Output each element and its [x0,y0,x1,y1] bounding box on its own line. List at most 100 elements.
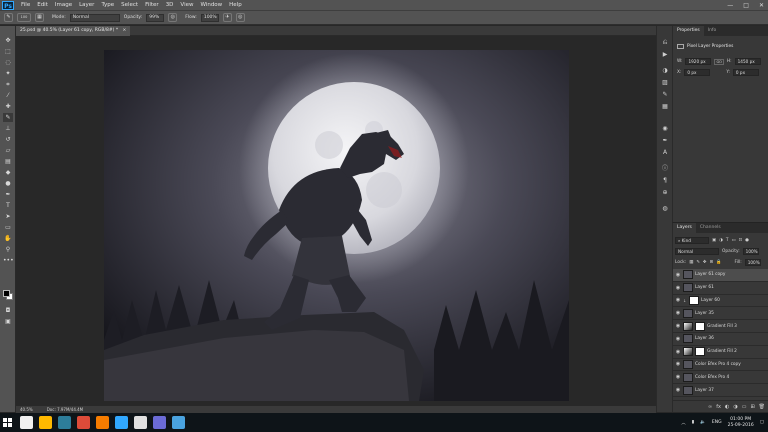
network-icon[interactable]: ▮ [692,420,694,425]
menu-filter[interactable]: Filter [145,2,159,8]
flow-field[interactable]: 100% [200,13,219,22]
visibility-eye-icon[interactable]: ◉ [673,374,683,380]
layer-opacity-field[interactable]: 100% [742,247,759,255]
filter-smart-object-icon[interactable]: ⊡ [739,238,743,243]
eyedropper-tool-icon[interactable]: ⁄ [3,91,13,100]
type-tool-icon[interactable]: T [3,201,13,210]
dodge-tool-icon[interactable]: ● [3,179,13,188]
brush-presets-panel-icon[interactable]: ✎ [660,90,670,99]
foreground-color-swatch[interactable] [3,290,10,297]
lock-all-icon[interactable]: 🔒 [716,260,721,265]
layer-thumbnail[interactable] [683,385,693,395]
visibility-eye-icon[interactable]: ◉ [673,272,683,278]
filter-toggle-icon[interactable]: ● [745,238,749,243]
color-panel-icon[interactable]: ◉ [660,124,670,133]
werewolf-artwork[interactable] [104,50,569,401]
menu-layer[interactable]: Layer [79,2,94,8]
visibility-eye-icon[interactable]: ◉ [673,349,683,355]
hand-tool-icon[interactable]: ✋ [3,234,13,243]
layer-style-icon[interactable]: fx [716,404,721,410]
tab-channels[interactable]: Channels [696,223,725,233]
brush-preset-picker[interactable]: 100 [17,13,31,22]
move-tool-icon[interactable]: ✥ [3,36,13,45]
taskbar-app-icon[interactable] [96,416,109,429]
layer-row[interactable]: ◉ Color Efex Pro 4 copy [673,359,768,372]
layer-name[interactable]: Color Efex Pro 4 copy [695,362,741,367]
fill-field[interactable]: 100% [744,258,761,266]
filter-adjustment-icon[interactable]: ◑ [719,238,723,243]
new-adjustment-icon[interactable]: ◑ [733,404,737,410]
layer-row[interactable]: ◉ ↓ Layer 60 [673,295,768,308]
close-button[interactable]: ✕ [759,2,764,9]
taskbar-app-icon[interactable] [39,416,52,429]
layer-thumbnail[interactable] [683,270,693,280]
layer-mask-thumbnail[interactable] [695,347,705,357]
layer-thumbnail[interactable] [683,347,693,357]
taskbar-app-icon[interactable] [58,416,71,429]
start-button[interactable] [0,413,14,432]
visibility-eye-icon[interactable]: ◉ [673,285,683,291]
layer-thumbnail[interactable] [683,308,693,318]
zoom-tool-icon[interactable]: ⚲ [3,245,13,254]
layer-row[interactable]: ◉ Layer 61 copy [673,269,768,282]
tab-layers[interactable]: Layers [673,223,696,233]
layer-thumbnail[interactable] [683,283,693,293]
document-close-icon[interactable]: × [123,28,127,33]
taskbar-app-icon[interactable] [134,416,147,429]
menu-3d[interactable]: 3D [166,2,174,8]
visibility-eye-icon[interactable]: ◉ [673,387,683,393]
brush-tool-preset-icon[interactable]: ✎ [4,13,13,22]
clock[interactable]: 01:00 PM 25-09-2016 [728,417,754,429]
link-layers-icon[interactable]: ∞ [708,404,712,410]
x-field[interactable]: 0 px [684,69,711,76]
lock-position-icon[interactable]: ✥ [703,260,707,265]
pressure-opacity-icon[interactable]: ◎ [168,13,178,22]
shape-tool-icon[interactable]: ▭ [3,223,13,232]
minimize-button[interactable]: — [727,2,733,9]
path-select-tool-icon[interactable]: ➤ [3,212,13,221]
more-tools-icon[interactable]: ••• [3,256,14,265]
visibility-eye-icon[interactable]: ◉ [673,323,683,329]
language-indicator[interactable]: ENG [712,420,722,425]
eraser-tool-icon[interactable]: ▱ [3,146,13,155]
filter-type-icon[interactable]: T [726,238,729,243]
filter-kind-select[interactable]: ⌕ Kind [675,236,709,244]
menu-window[interactable]: Window [200,2,222,8]
opacity-field[interactable]: 99% [146,13,165,22]
layer-row[interactable]: ◉ Gradient Fill 2 [673,346,768,359]
layer-thumbnail[interactable] [689,295,699,305]
y-field[interactable]: 0 px [732,69,759,76]
height-field[interactable]: 1450 px [734,58,761,65]
crop-tool-icon[interactable]: ⌗ [3,80,13,89]
paragraph-panel-icon[interactable]: ¶ [660,176,670,185]
quick-mask-icon[interactable]: ◘ [3,306,13,315]
tab-properties[interactable]: Properties [673,26,704,36]
layer-thumbnail[interactable] [683,359,693,369]
maximize-button[interactable]: □ [743,2,749,9]
brush-tool-icon[interactable]: ✎ [3,113,13,122]
menu-type[interactable]: Type [101,2,114,8]
layer-thumbnail[interactable] [683,321,693,331]
adjustments-panel-icon[interactable]: ◑ [660,66,670,75]
history-brush-tool-icon[interactable]: ↺ [3,135,13,144]
airbrush-icon[interactable]: ✈ [222,13,232,22]
layer-name[interactable]: Layer 61 copy [695,272,725,277]
layer-name[interactable]: Color Efex Pro 4 [695,375,729,380]
new-group-icon[interactable]: ▭ [742,404,747,410]
clone-stamp-tool-icon[interactable]: ⊥ [3,124,13,133]
layer-name[interactable]: Layer 61 [695,285,714,290]
layer-name[interactable]: Layer 60 [701,298,720,303]
filter-pixel-icon[interactable]: ▣ [712,238,716,243]
3d-panel-icon[interactable]: ◍ [660,204,670,213]
menu-image[interactable]: Image [55,2,72,8]
clone-source-panel-icon[interactable]: ⊕ [660,188,670,197]
actions-panel-icon[interactable]: ▶ [660,50,670,59]
paths-panel-icon[interactable]: ✒ [660,136,670,145]
gradient-tool-icon[interactable]: ▤ [3,157,13,166]
quick-select-tool-icon[interactable]: ✦ [3,69,13,78]
document-tab[interactable]: 25.psd @ 40.5% (Layer 61 copy, RGB/8#) *… [16,26,131,36]
history-panel-icon[interactable]: ⎌ [660,38,670,47]
taskbar-app-icon[interactable] [153,416,166,429]
layer-thumbnail[interactable] [683,334,693,344]
notifications-icon[interactable]: ▢ [760,420,764,425]
